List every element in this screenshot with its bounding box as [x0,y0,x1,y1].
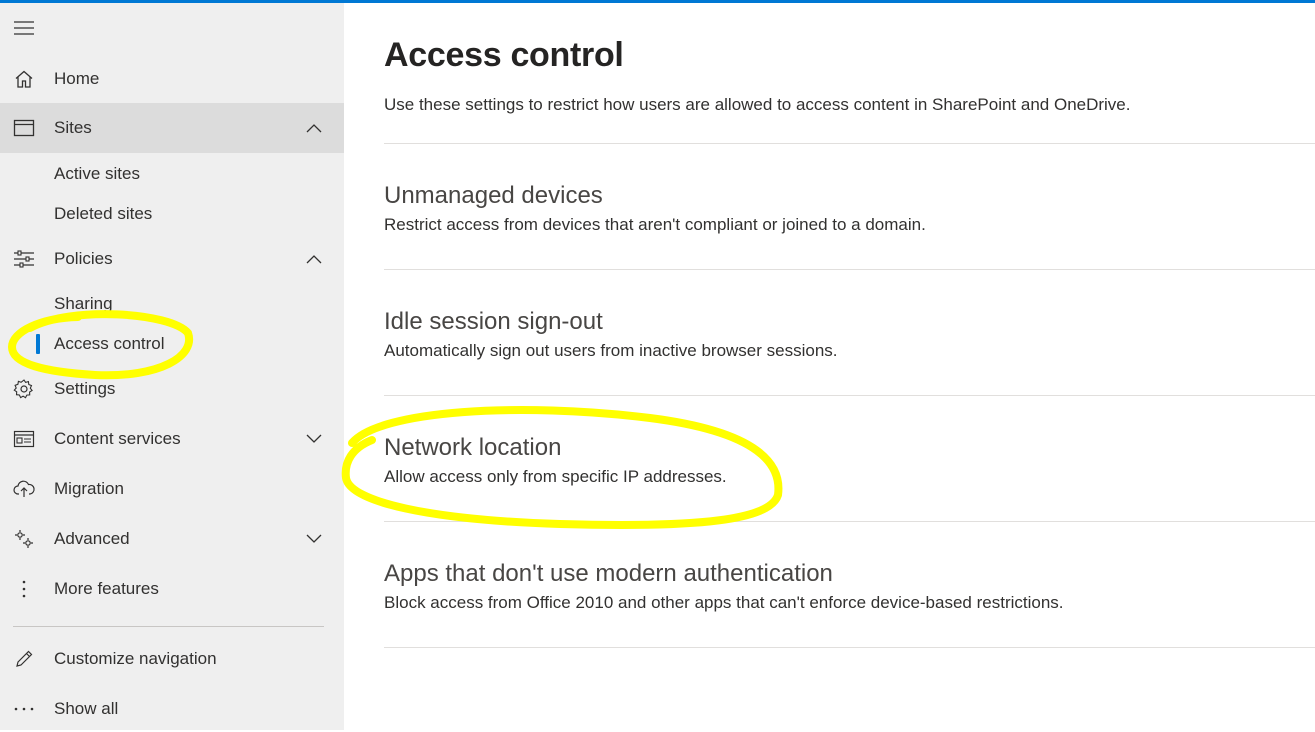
nav-label: Policies [54,249,113,268]
nav-item-sites[interactable]: Sites [0,103,344,153]
nav-divider [13,626,324,627]
active-indicator [36,334,40,354]
nav-item-home[interactable]: Home [0,56,344,102]
page-description: Use these settings to restrict how users… [384,95,1131,114]
nav-label: Migration [54,479,124,498]
nav-label: Access control [54,334,165,353]
nav-label: Settings [54,379,116,398]
more-horizontal-icon [12,697,36,721]
nav-subitem-active-sites[interactable]: Active sites [0,156,344,192]
chevron-down-icon[interactable] [304,529,324,549]
setting-description: Block access from Office 2010 and other … [384,593,1064,612]
setting-description: Restrict access from devices that aren't… [384,215,926,234]
section-divider [384,521,1315,522]
chevron-down-icon[interactable] [304,429,324,449]
gear-icon [12,377,36,401]
sidebar: Home Sites Active sites Deleted sites Po… [0,3,344,730]
advanced-icon [12,527,36,551]
nav-subitem-deleted-sites[interactable]: Deleted sites [0,196,344,232]
nav-label: Sharing [54,294,113,313]
nav-item-settings[interactable]: Settings [0,366,344,412]
nav-label: Show all [54,699,119,718]
setting-title[interactable]: Idle session sign-out [384,308,603,336]
setting-description: Automatically sign out users from inacti… [384,341,838,360]
section-divider [384,395,1315,396]
nav-label: Sites [54,118,92,137]
more-vertical-icon [12,577,36,601]
setting-title[interactable]: Apps that don't use modern authenticatio… [384,560,833,588]
nav-label: More features [54,579,159,598]
main-content: Access control Use these settings to res… [384,0,1315,730]
section-divider [384,269,1315,270]
nav-item-migration[interactable]: Migration [0,466,344,512]
pencil-icon [12,647,36,671]
nav-label: Advanced [54,529,130,548]
nav-label: Deleted sites [54,204,153,223]
cloud-upload-icon [12,477,36,501]
nav-subitem-sharing[interactable]: Sharing [0,286,344,322]
nav-label: Active sites [54,164,140,183]
nav-item-customize-navigation[interactable]: Customize navigation [0,636,344,682]
nav-item-content-services[interactable]: Content services [0,416,344,462]
setting-title[interactable]: Network location [384,434,561,462]
sites-icon [12,116,36,140]
nav-label: Customize navigation [54,649,217,668]
section-divider [384,647,1315,648]
hamburger-icon[interactable] [12,16,36,40]
chevron-up-icon[interactable] [304,118,324,138]
policies-icon [12,247,36,271]
chevron-up-icon[interactable] [304,249,324,269]
setting-title[interactable]: Unmanaged devices [384,182,603,210]
nav-item-advanced[interactable]: Advanced [0,516,344,562]
content-services-icon [12,427,36,451]
nav-item-show-all[interactable]: Show all [0,686,344,732]
page-title: Access control [384,36,624,74]
home-icon [12,67,36,91]
nav-subitem-access-control[interactable]: Access control [0,326,344,362]
section-divider [384,143,1315,144]
nav-item-policies[interactable]: Policies [0,236,344,282]
setting-description: Allow access only from specific IP addre… [384,467,727,486]
nav-label: Home [54,69,100,88]
nav-item-more-features[interactable]: More features [0,566,344,612]
nav-label: Content services [54,429,181,448]
